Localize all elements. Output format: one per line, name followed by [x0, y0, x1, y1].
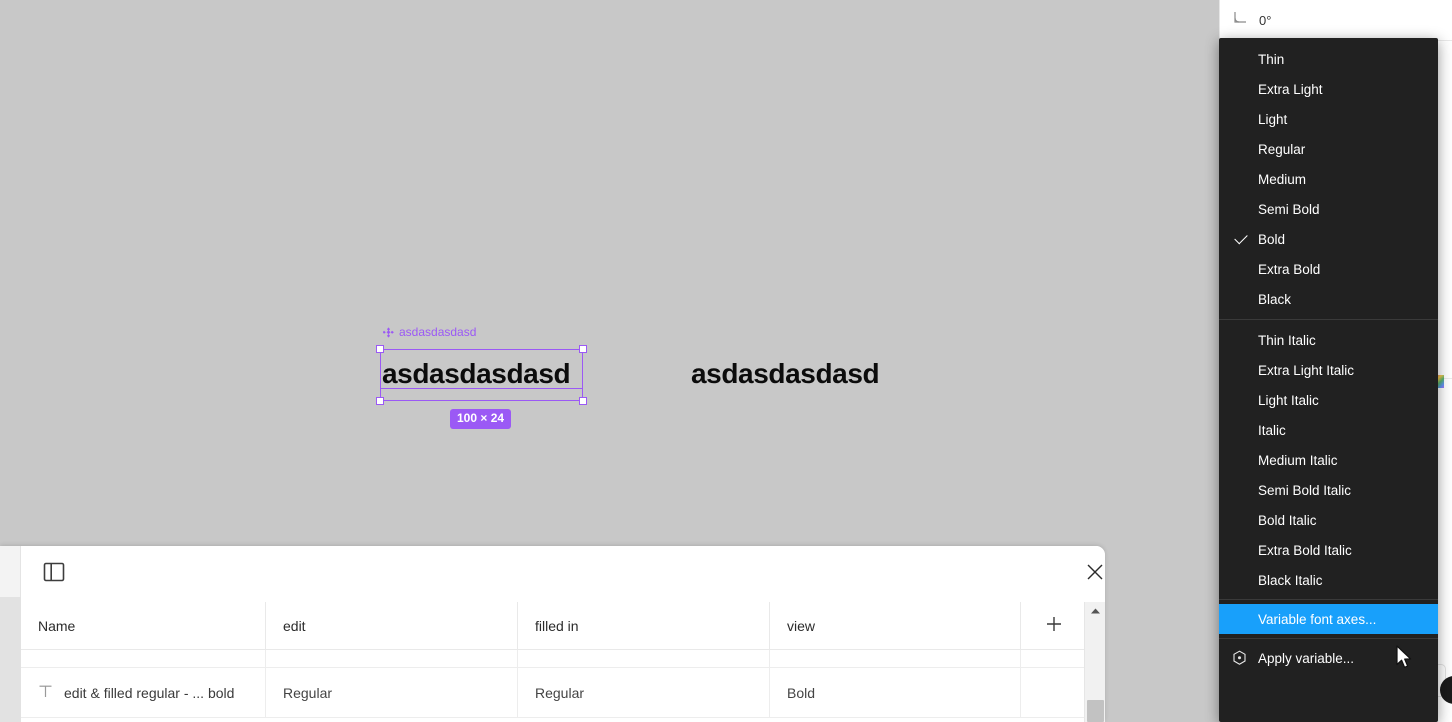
selected-text-object[interactable]: asdasdasdasd: [382, 358, 571, 390]
resize-handle-bottom-left[interactable]: [376, 397, 384, 405]
scroll-up-button[interactable]: [1085, 602, 1105, 620]
diamond-component-icon: [382, 326, 394, 338]
menu-item-bold-italic[interactable]: Bold Italic: [1219, 505, 1438, 535]
row-filled-in-cell[interactable]: Regular: [517, 668, 769, 717]
partial-row-filled-cell: [517, 650, 769, 667]
menu-item-bold[interactable]: Bold: [1219, 224, 1438, 254]
menu-item-thin[interactable]: Thin: [1219, 44, 1438, 74]
menu-separator-3: [1219, 638, 1438, 639]
close-x-icon: [1086, 563, 1104, 586]
menu-item-italic[interactable]: Italic: [1219, 415, 1438, 445]
menu-item-medium[interactable]: Medium: [1219, 164, 1438, 194]
menu-item-black-italic[interactable]: Black Italic: [1219, 565, 1438, 595]
menu-item-medium-italic[interactable]: Medium Italic: [1219, 445, 1438, 475]
row-edit-cell[interactable]: Regular: [265, 668, 517, 717]
app-root: asdasdasdasd asdasdasdasd asdasdasdasd 1…: [0, 0, 1452, 722]
data-table: Name edit filled in view edit & filled r…: [21, 602, 1105, 722]
row-view-cell[interactable]: Bold: [769, 668, 1020, 717]
menu-item-light[interactable]: Light: [1219, 104, 1438, 134]
row-name-text: edit & filled regular - ... bold: [64, 684, 235, 701]
menu-item-extra-bold-italic[interactable]: Extra Bold Italic: [1219, 535, 1438, 565]
menu-item-extra-light-italic[interactable]: Extra Light Italic: [1219, 355, 1438, 385]
partial-row-name-cell: [21, 650, 265, 667]
rotation-field[interactable]: 0°: [1220, 0, 1452, 40]
panel-strip-block: [0, 597, 21, 722]
menu-item-extra-light[interactable]: Extra Light: [1219, 74, 1438, 104]
partial-row-edit-cell: [265, 650, 517, 667]
angle-rotation-icon: [1233, 10, 1248, 30]
resize-handle-top-right[interactable]: [579, 345, 587, 353]
bottom-table-panel: Name edit filled in view edit & filled r…: [0, 546, 1105, 722]
variable-hex-icon: [1232, 650, 1247, 666]
partial-row-view-cell: [769, 650, 1020, 667]
column-header-filled-in[interactable]: filled in: [517, 602, 769, 650]
scrollbar-thumb[interactable]: [1087, 700, 1104, 722]
apply-variable-label: Apply variable...: [1258, 650, 1355, 666]
column-header-name[interactable]: Name: [21, 602, 265, 650]
caret-up-icon: [1090, 602, 1101, 620]
panel-layout-icon: [43, 562, 65, 587]
menu-item-apply-variable[interactable]: Apply variable...: [1219, 643, 1438, 673]
reference-text-object[interactable]: asdasdasdasd: [691, 358, 880, 390]
menu-item-extra-bold[interactable]: Extra Bold: [1219, 254, 1438, 284]
plus-icon: [1045, 615, 1063, 638]
menu-item-black[interactable]: Black: [1219, 284, 1438, 314]
menu-item-semi-bold-italic[interactable]: Semi Bold Italic: [1219, 475, 1438, 505]
panel-left-strip: [0, 546, 21, 722]
column-header-view[interactable]: view: [769, 602, 1020, 650]
partial-row-text: [38, 650, 42, 654]
menu-item-variable-font-axes[interactable]: Variable font axes...: [1219, 604, 1438, 634]
resize-handle-top-left[interactable]: [376, 345, 384, 353]
component-name-label[interactable]: asdasdasdasd: [382, 325, 477, 339]
menu-item-regular[interactable]: Regular: [1219, 134, 1438, 164]
menu-item-light-italic[interactable]: Light Italic: [1219, 385, 1438, 415]
panel-layout-toggle-button[interactable]: [41, 561, 67, 587]
dimension-badge: 100 × 24: [450, 409, 512, 429]
rotation-value[interactable]: 0°: [1259, 13, 1271, 28]
font-style-dropdown-menu[interactable]: Thin Extra Light Light Regular Medium Se…: [1219, 38, 1438, 722]
text-type-icon: [38, 684, 53, 702]
column-header-edit[interactable]: edit: [265, 602, 517, 650]
table-row[interactable]: edit & filled regular - ... bold Regular…: [21, 668, 1105, 718]
table-row-partial[interactable]: [21, 650, 1105, 668]
menu-item-semi-bold[interactable]: Semi Bold: [1219, 194, 1438, 224]
menu-item-thin-italic[interactable]: Thin Italic: [1219, 325, 1438, 355]
table-header-row: Name edit filled in view: [21, 602, 1105, 650]
component-name-text: asdasdasdasd: [399, 325, 477, 339]
panel-toolbar: [21, 546, 1105, 602]
menu-separator-2: [1219, 599, 1438, 600]
row-name-cell[interactable]: edit & filled regular - ... bold: [21, 668, 265, 717]
menu-separator-1: [1219, 319, 1438, 320]
resize-handle-bottom-right[interactable]: [579, 397, 587, 405]
table-vertical-scrollbar[interactable]: [1084, 602, 1105, 722]
close-panel-button[interactable]: [1081, 560, 1105, 588]
